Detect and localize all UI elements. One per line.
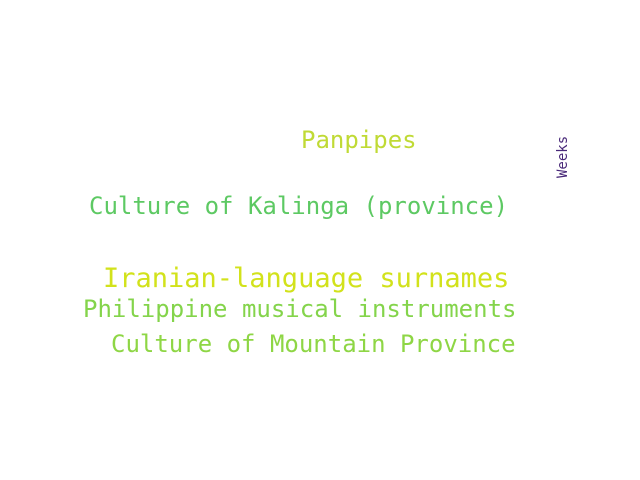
word-culture-of-mountain-province: Culture of Mountain Province (111, 330, 516, 358)
word-philippine-musical-instruments: Philippine musical instruments (83, 295, 517, 323)
word-cloud: Panpipes Culture of Kalinga (province) I… (0, 0, 640, 480)
word-weeks: Weeks (555, 135, 571, 178)
word-panpipes: Panpipes (301, 126, 417, 154)
word-iranian-language-surnames: Iranian-language surnames (103, 263, 510, 294)
word-culture-of-kalinga: Culture of Kalinga (province) (89, 192, 509, 220)
